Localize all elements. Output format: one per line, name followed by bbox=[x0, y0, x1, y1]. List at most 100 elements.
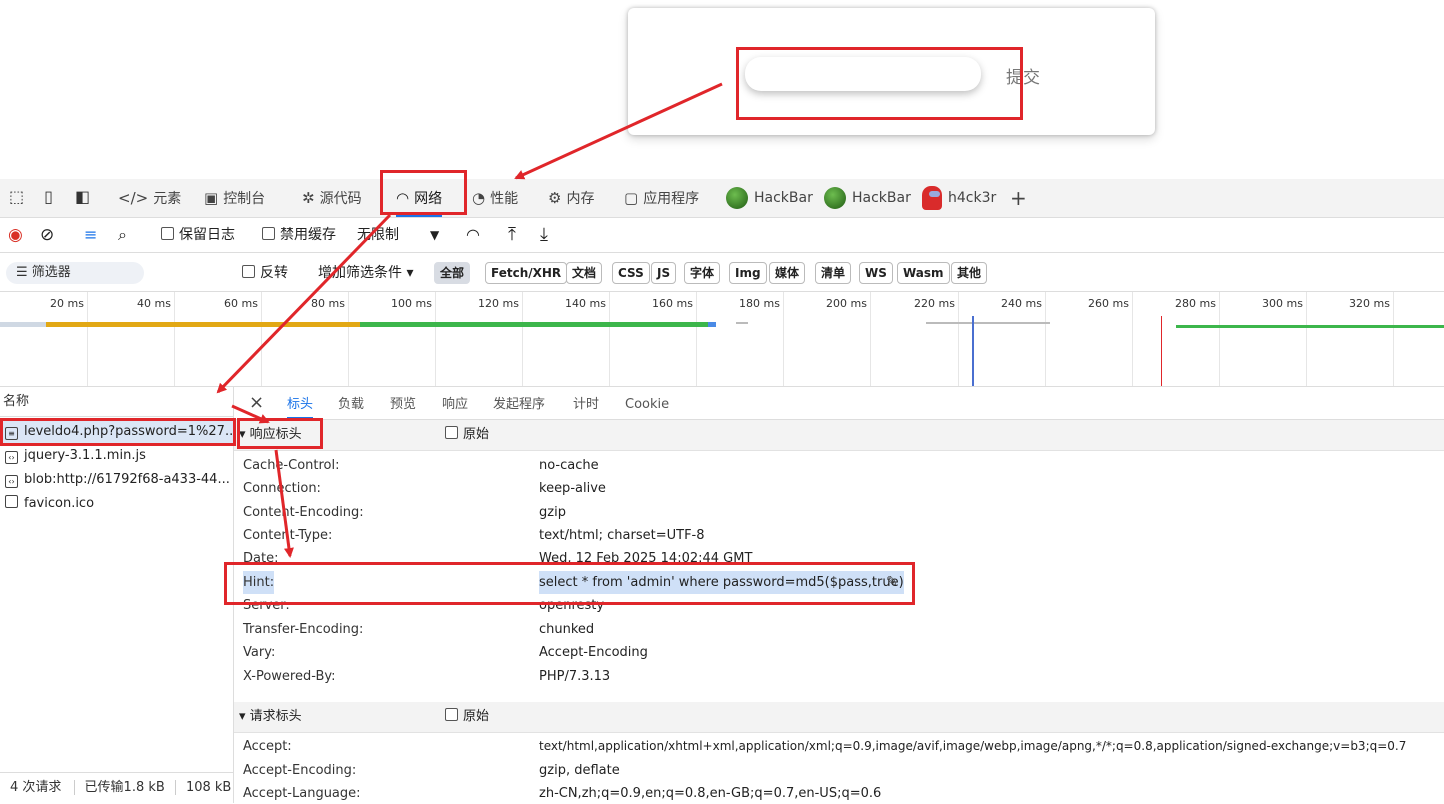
header-row: Accept: text/html,application/xhtml+xml,a… bbox=[243, 739, 1407, 754]
hackbar-icon bbox=[726, 187, 748, 209]
timeline-tick: 40 ms bbox=[137, 292, 175, 386]
timeline-bar-waiting bbox=[46, 322, 360, 327]
request-row-favicon[interactable]: favicon.ico bbox=[0, 492, 233, 516]
annotation-box-input bbox=[736, 47, 1023, 120]
tab-elements[interactable]: </> 元素 bbox=[118, 179, 181, 217]
header-row: Transfer-Encoding: chunked bbox=[243, 622, 595, 637]
filter-chip-media[interactable]: 媒体 bbox=[769, 262, 806, 284]
gauge-icon: ◔ bbox=[472, 189, 486, 207]
tab-preview[interactable]: 预览 bbox=[390, 387, 416, 419]
disable-cache-checkbox[interactable]: 禁用缓存 bbox=[262, 226, 336, 244]
filter-chip-font[interactable]: 字体 bbox=[684, 262, 721, 284]
request-list: 名称 ≡ leveldo4.php?password=1%27... ‹› jque… bbox=[0, 387, 234, 803]
script-icon: ‹› bbox=[5, 475, 18, 488]
timeline-tick: 240 ms bbox=[1001, 292, 1046, 386]
more-filters-dropdown[interactable]: 增加筛选条件 ▾ bbox=[318, 264, 413, 282]
section-title: ▾ 请求标头 bbox=[239, 709, 302, 724]
raw-toggle[interactable]: 原始 bbox=[445, 702, 489, 732]
filter-chip-other[interactable]: 其他 bbox=[951, 262, 988, 284]
request-row-jquery[interactable]: ‹› jquery-3.1.1.min.js bbox=[0, 444, 233, 468]
tab-headers[interactable]: 标头 bbox=[287, 387, 314, 419]
close-icon[interactable]: × bbox=[249, 387, 264, 419]
annotation-box-hint bbox=[224, 562, 915, 605]
tab-timing[interactable]: 计时 bbox=[573, 387, 599, 419]
record-icon[interactable]: ◉ bbox=[8, 226, 23, 244]
amongus-icon bbox=[922, 186, 942, 210]
request-count: 4 次请求 bbox=[10, 780, 62, 795]
header-row: Cache-Control: no-cache bbox=[243, 458, 599, 473]
header-row: Content-Encoding: gzip bbox=[243, 505, 566, 520]
filter-chip-css[interactable]: CSS bbox=[612, 262, 650, 284]
annotation-box-network-tab bbox=[380, 170, 467, 215]
hackbar-icon bbox=[824, 187, 846, 209]
tab-initiator[interactable]: 发起程序 bbox=[493, 387, 545, 419]
dropdown-arrow-icon[interactable]: ▼ bbox=[430, 226, 439, 244]
network-timeline[interactable]: 20 ms 40 ms 60 ms 80 ms 100 ms 120 ms 14… bbox=[0, 292, 1444, 387]
search-icon[interactable]: ⌕ bbox=[118, 226, 127, 244]
dock-icon[interactable]: ◧ bbox=[74, 188, 91, 205]
filter-chip-fetch[interactable]: Fetch/XHR bbox=[485, 262, 568, 284]
network-conditions-icon[interactable]: ◠ bbox=[466, 226, 480, 244]
tab-sources[interactable]: ✲ 源代码 bbox=[302, 179, 362, 217]
timeline-bar-download bbox=[360, 322, 708, 327]
header-row: Accept-Language: zh-CN,zh;q=0.9,en;q=0.8,… bbox=[243, 786, 882, 801]
timeline-tick: 220 ms bbox=[914, 292, 959, 386]
annotation-box-request bbox=[0, 418, 236, 446]
add-tab-icon[interactable]: + bbox=[1010, 179, 1027, 217]
checkbox-icon bbox=[262, 227, 275, 240]
tab-console[interactable]: ▣ 控制台 bbox=[204, 179, 265, 217]
filter-chip-img[interactable]: Img bbox=[729, 262, 767, 284]
raw-toggle[interactable]: 原始 bbox=[445, 420, 489, 450]
clear-icon[interactable]: ⊘ bbox=[40, 226, 54, 244]
header-row: Accept-Encoding: gzip, deflate bbox=[243, 763, 620, 778]
filter-chip-wasm[interactable]: Wasm bbox=[897, 262, 950, 284]
header-row: Connection: keep-alive bbox=[243, 481, 606, 496]
tab-hackbar-2[interactable]: HackBar bbox=[824, 179, 911, 217]
timeline-tick: 140 ms bbox=[565, 292, 610, 386]
timeline-bar-js bbox=[926, 322, 1050, 324]
export-icon[interactable]: ⤓ bbox=[540, 226, 548, 244]
code-icon: </> bbox=[118, 189, 149, 207]
bug-icon: ✲ bbox=[302, 189, 315, 207]
annotation-box-response-headers bbox=[237, 418, 323, 449]
request-row-blob[interactable]: ‹› blob:http://61792f68-a433-44... bbox=[0, 468, 233, 492]
dom-content-loaded-line bbox=[972, 316, 974, 386]
filter-chip-all[interactable]: 全部 bbox=[434, 262, 471, 284]
timeline-tick: 260 ms bbox=[1088, 292, 1133, 386]
tab-payload[interactable]: 负载 bbox=[338, 387, 364, 419]
tab-response[interactable]: 响应 bbox=[442, 387, 468, 419]
filter-chip-js[interactable]: JS bbox=[651, 262, 677, 284]
checkbox-icon bbox=[445, 708, 458, 721]
tab-memory[interactable]: ⚙ 内存 bbox=[548, 179, 594, 217]
checkbox-icon bbox=[161, 227, 174, 240]
device-toggle-icon[interactable]: ▯ bbox=[40, 188, 57, 205]
throttle-select[interactable]: 无限制 bbox=[357, 226, 399, 244]
filter-input[interactable]: ☰ 筛选器 bbox=[6, 262, 144, 284]
tab-performance[interactable]: ◔ 性能 bbox=[472, 179, 518, 217]
header-row: Content-Type: text/html; charset=UTF-8 bbox=[243, 528, 705, 543]
tab-application[interactable]: ▢ 应用程序 bbox=[624, 179, 699, 217]
timeline-tick: 200 ms bbox=[826, 292, 871, 386]
header-row: X-Powered-By: PHP/7.3.13 bbox=[243, 669, 611, 684]
tab-hackbar-1[interactable]: HackBar bbox=[726, 179, 813, 217]
filter-chip-doc[interactable]: 文档 bbox=[566, 262, 603, 284]
preserve-log-checkbox[interactable]: 保留日志 bbox=[161, 226, 235, 244]
filter-toggle-icon[interactable]: ≡ bbox=[84, 226, 97, 244]
timeline-tick: 100 ms bbox=[391, 292, 436, 386]
timeline-tick: 20 ms bbox=[50, 292, 88, 386]
filter-chip-manifest[interactable]: 清单 bbox=[815, 262, 852, 284]
timeline-bar-end bbox=[708, 322, 716, 327]
filter-chip-ws[interactable]: WS bbox=[859, 262, 893, 284]
request-headers-section[interactable]: ▾ 请求标头 原始 bbox=[234, 702, 1444, 733]
transferred-size: 已传输1.8 kB bbox=[73, 780, 165, 795]
timeline-tick: 280 ms bbox=[1175, 292, 1220, 386]
import-icon[interactable]: ⤒ bbox=[508, 226, 516, 244]
window-icon: ▢ bbox=[624, 189, 639, 207]
name-column-header[interactable]: 名称 bbox=[0, 387, 233, 417]
timeline-tick: 300 ms bbox=[1262, 292, 1307, 386]
inspect-icon[interactable]: ⬚ bbox=[8, 188, 25, 205]
tab-h4ck3r[interactable]: h4ck3r bbox=[922, 179, 996, 217]
invert-checkbox[interactable]: 反转 bbox=[242, 264, 288, 282]
response-headers-section[interactable]: ▾ 响应标头 原始 bbox=[234, 420, 1444, 451]
tab-cookie[interactable]: Cookie bbox=[625, 387, 669, 419]
